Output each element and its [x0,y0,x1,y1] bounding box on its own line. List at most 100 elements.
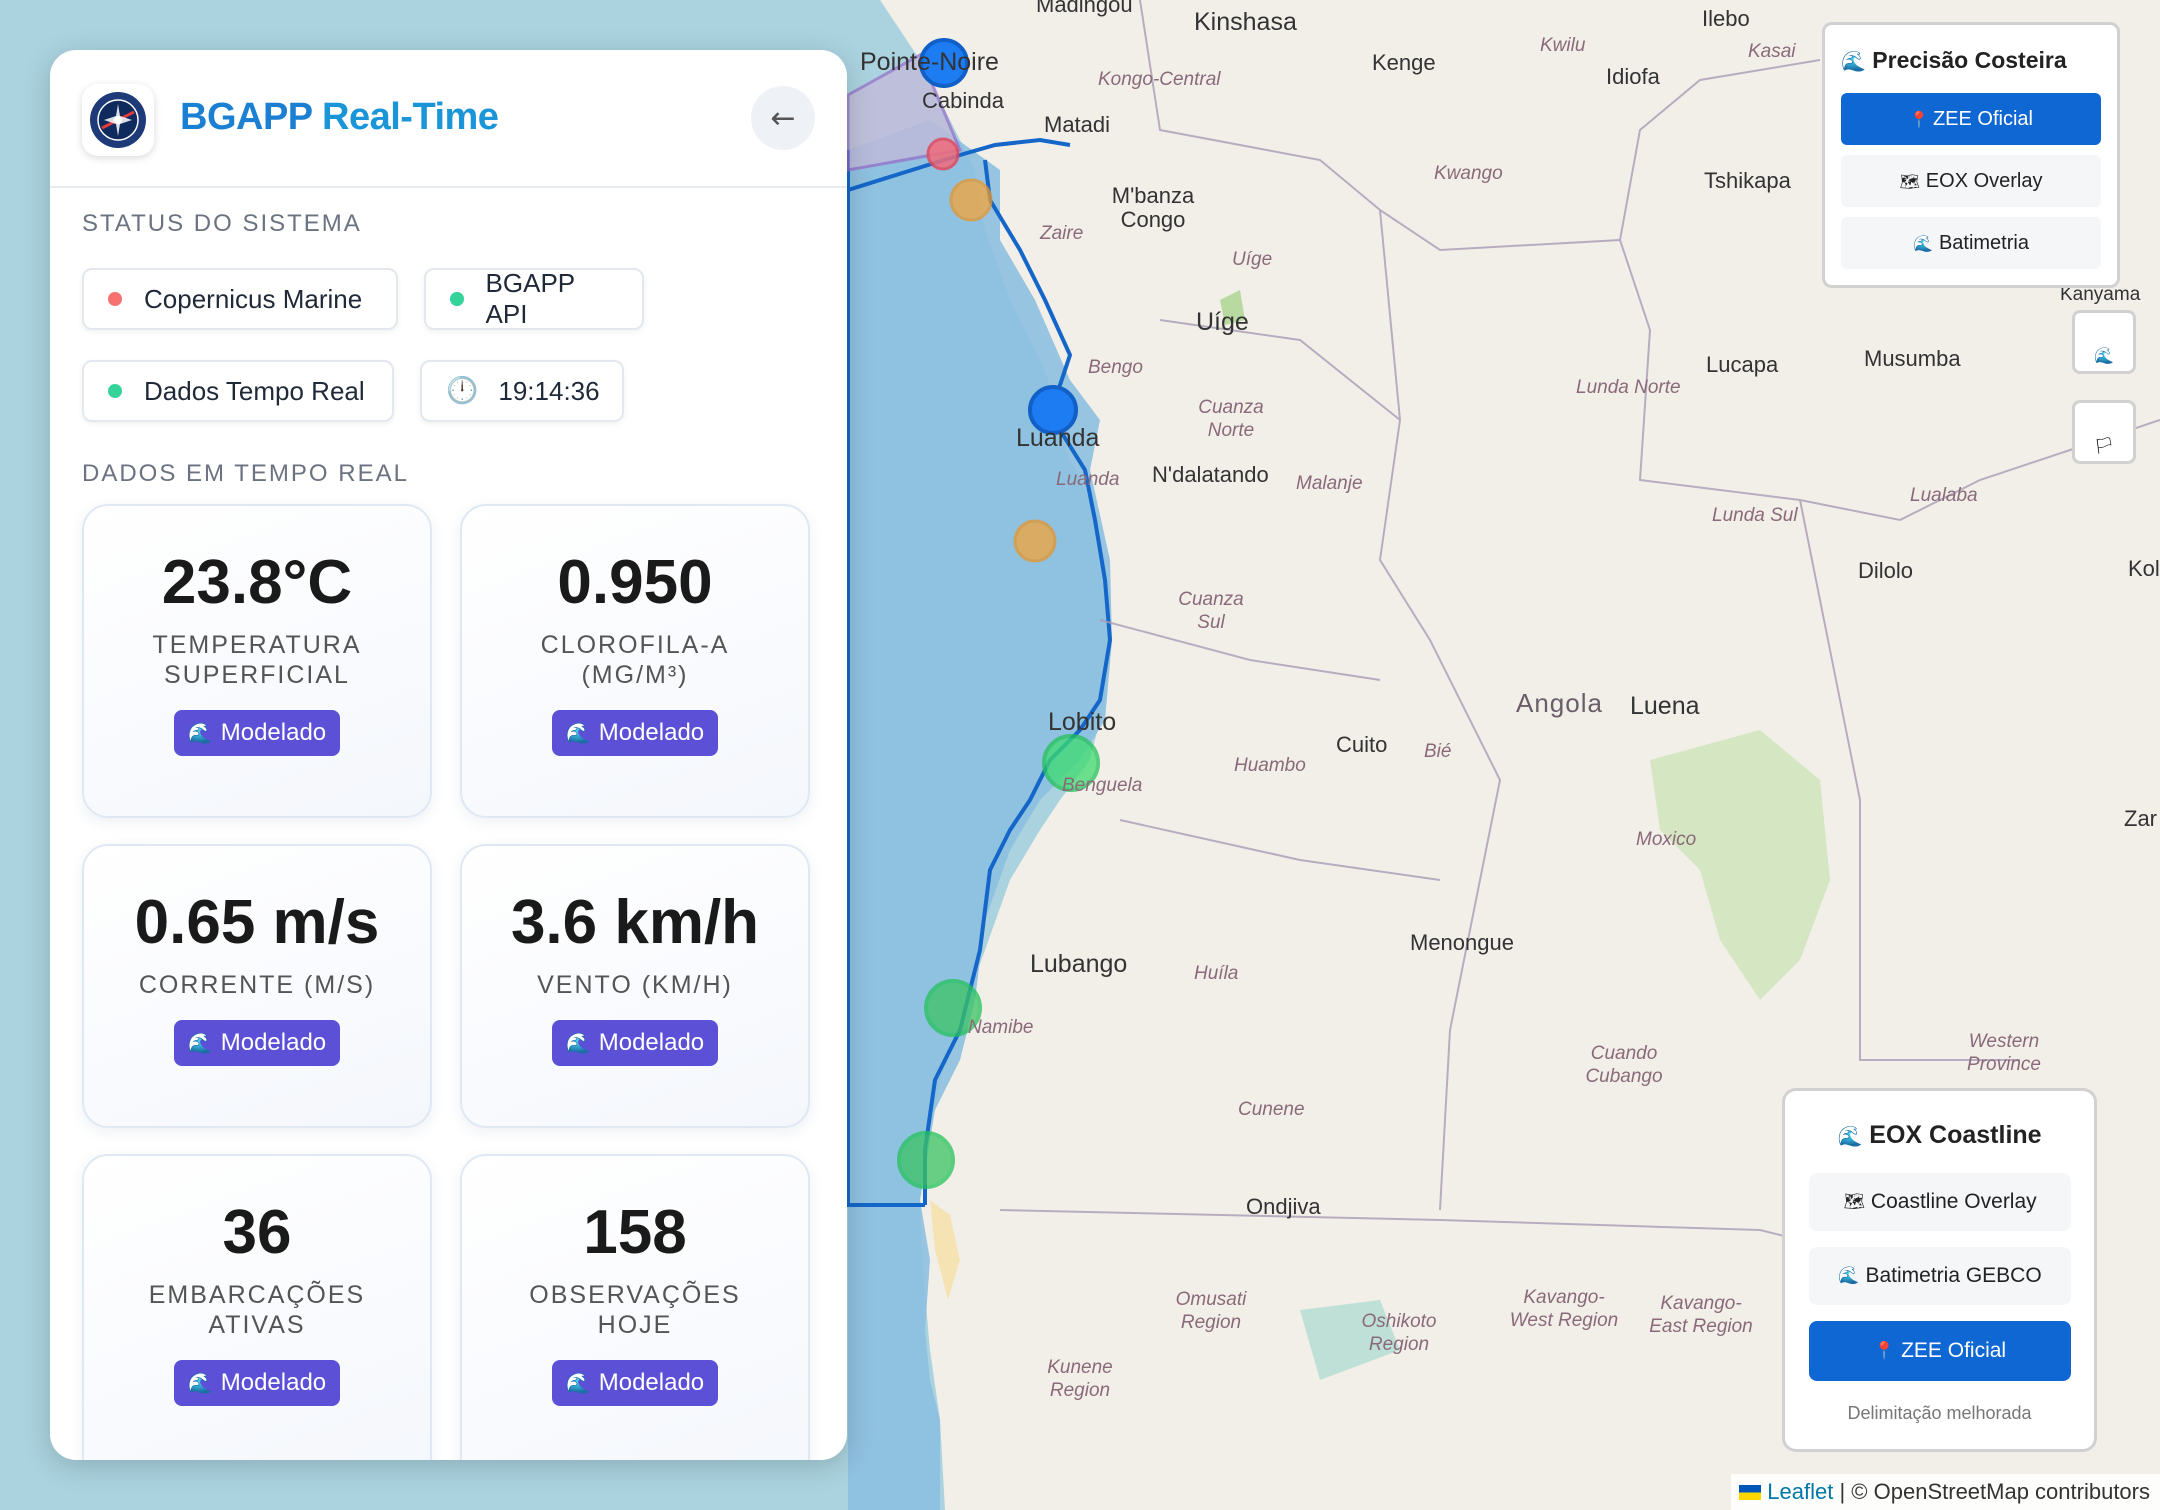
clock-icon: 🕛 [446,376,479,406]
map-label: Lubango [1030,950,1128,978]
metric-label: VENTO (KM/H) [537,971,733,999]
realtime-section-title: DADOS EM TEMPO REAL [82,460,409,487]
map-label: Kinshasa [1194,8,1297,36]
eox-note: Delimitação melhorada [1847,1403,2032,1423]
map-label: Kongo-Central [1098,69,1221,90]
map-label: Kwilu [1540,35,1586,56]
map-label: Pointe-Noire [860,48,999,76]
map-label: Lucapa [1706,352,1779,377]
map-label: Huambo [1234,755,1306,776]
metric-value: 0.950 [557,548,713,617]
metric-card-vessels: 36 EMBARCAÇÕES ATIVAS 🌊 Modelado [82,1154,432,1460]
pin-icon: 📍 [1909,109,1929,129]
map-label: Cuando Cubango [1585,1043,1663,1087]
map-label: Namibe [968,1017,1034,1038]
map-label: Huíla [1194,963,1239,984]
status-realtime-data: Dados Tempo Real [82,360,394,422]
status-dot [450,292,464,306]
status-copernicus: Copernicus Marine [82,268,398,330]
map-label: Tshikapa [1704,168,1791,193]
map-label: Kunene Region [1047,1357,1113,1401]
metric-card-wind: 3.6 km/h VENTO (KM/H) 🌊 Modelado [460,844,810,1128]
map-label: Bié [1424,741,1452,762]
wave-icon: 🌊 [187,1371,213,1395]
status-dot [108,292,122,306]
modelado-badge: 🌊 Modelado [551,710,719,756]
wave-icon: 🌊 [565,1371,591,1395]
map-attribution: Leaflet | © OpenStreetMap contributors [1731,1474,2160,1510]
metric-card-temperature: 23.8°C TEMPERATURA SUPERFICIAL 🌊 Modelado [82,504,432,818]
map-label: N'dalatando [1152,462,1269,487]
map-icon: 🗺 [1843,1192,1865,1212]
eez-area [848,120,1112,1510]
batimetria-gebco-button[interactable]: 🌊 Batimetria GEBCO [1809,1247,2071,1305]
wave-icon: 🌊 [1837,1124,1863,1148]
wave-icon: 🌊 [1913,233,1933,253]
map-label: Angola [1516,688,1603,718]
precision-title: 🌊 Precisão Costeira [1841,47,2067,73]
realtime-panel: BGAPP Real-Time ← STATUS DO SISTEMA Cope… [50,50,847,1460]
metric-value: 0.65 m/s [134,888,380,957]
precision-control: 🌊 Precisão Costeira 📍 ZEE Oficial 🗺 EOX … [1822,22,2120,288]
map-label: Kavango-West Region [1509,1287,1619,1331]
layer-toggle-button[interactable]: 🏳 [2072,400,2136,464]
collapse-panel-button[interactable]: ← [751,86,815,150]
maritime-angola-logo [82,84,154,156]
map-label: Luena [1630,692,1700,720]
status-clock: 🕛 19:14:36 [420,360,624,422]
zee-oficial-eox-button[interactable]: 📍 ZEE Oficial [1809,1321,2071,1381]
map-label: Moxico [1636,829,1697,850]
current-time: 19:14:36 [498,375,600,406]
map-label: Lunda Norte [1576,377,1681,398]
map-label: Luanda [1016,424,1100,452]
metric-value: 36 [222,1198,292,1267]
map-label: Ilebo [1702,6,1750,31]
map-label: Cunene [1238,1099,1305,1120]
map-label: Dilolo [1858,558,1914,583]
metric-label: OBSERVAÇÕES HOJE [529,1281,741,1339]
batimetria-button[interactable]: 🌊 Batimetria [1841,217,2101,269]
wave-icon: 🌊 [187,1031,213,1055]
metric-card-observations: 158 OBSERVAÇÕES HOJE 🌊 Modelado [460,1154,810,1460]
map-label: Omusati Region [1175,1289,1247,1333]
map-label: Kol [2128,556,2160,581]
zee-oficial-button[interactable]: 📍 ZEE Oficial [1841,93,2101,145]
metric-card-chlorophyll: 0.950 CLOROFILA-A (MG/M³) 🌊 Modelado [460,504,810,818]
bathymetry-toggle-button[interactable]: 🌊 [2072,310,2136,374]
map-label: Kwango [1434,163,1503,184]
wave-icon: 🌊 [2094,346,2114,365]
map-label: Musumba [1864,346,1961,371]
wave-icon: 🌊 [1838,1266,1860,1286]
coastline-overlay-button[interactable]: 🗺 Coastline Overlay [1809,1173,2071,1231]
leaflet-link[interactable]: Leaflet [1767,1479,1833,1505]
metric-label: CLOROFILA-A (MG/M³) [540,631,730,689]
wave-icon: 🌊 [1841,49,1866,73]
flag-icon: 🏳 [2093,436,2115,455]
map-label: Kasai [1748,41,1796,62]
ukraine-flag-icon [1739,1484,1762,1500]
map-label: Benguela [1062,775,1143,796]
eox-title: 🌊 EOX Coastline [1837,1121,2042,1149]
modelado-badge: 🌊 Modelado [551,1360,719,1406]
map-label: Cabinda [922,88,1004,113]
metric-value: 158 [583,1198,687,1267]
map-label: Oshikoto Region [1361,1311,1437,1355]
metric-label: TEMPERATURA SUPERFICIAL [152,631,362,689]
map-label: Idiofa [1606,64,1660,89]
map-label: Menongue [1410,930,1514,955]
map-label: Ondjiva [1246,1194,1321,1219]
modelado-badge: 🌊 Modelado [551,1020,719,1066]
metric-label: CORRENTE (M/S) [138,971,376,999]
map-label: Kavango-East Region [1649,1293,1753,1337]
eox-overlay-button[interactable]: 🗺 EOX Overlay [1841,155,2101,207]
map-label: Zaire [1040,223,1084,244]
map-label: Malanje [1296,473,1363,494]
map-icon: 🗺 [1899,171,1920,191]
metric-value: 3.6 km/h [510,888,760,957]
map-label: Uíge [1232,249,1273,270]
wave-icon: 🌊 [565,721,591,745]
metric-label: EMBARCAÇÕES ATIVAS [148,1281,366,1339]
map-label: Uíge [1196,308,1249,336]
map-label: Cuanza Norte [1198,397,1264,441]
map-label: Western Province [1967,1031,2041,1075]
